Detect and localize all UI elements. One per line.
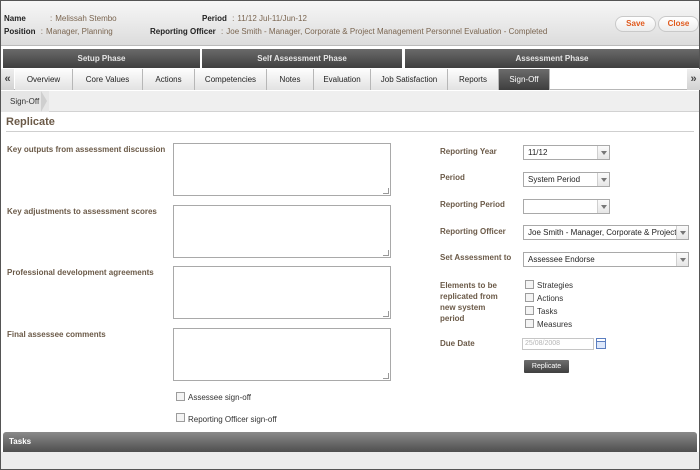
page-title: Replicate — [6, 116, 55, 128]
set-assessment-value: Assessee Endorse — [528, 255, 595, 264]
actions-label: Actions — [537, 294, 564, 303]
professional-dev-textarea[interactable] — [173, 266, 391, 319]
period-field-label: Period — [440, 173, 465, 182]
tab-reports[interactable]: Reports — [448, 69, 499, 90]
tabs-prev-arrow-icon[interactable]: « — [1, 69, 14, 90]
name-separator: : — [50, 14, 53, 23]
reporting-officer-label: Reporting Officer — [440, 227, 506, 236]
name-label: Name — [4, 14, 26, 23]
period-row: Period :11/12 Jul-11/Jun-12 — [202, 14, 307, 23]
position-label: Position — [4, 27, 36, 36]
tasks-label: Tasks — [537, 307, 558, 316]
phase-self-assessment[interactable]: Self Assessment Phase — [202, 49, 402, 68]
measures-label: Measures — [537, 320, 573, 329]
chevron-down-icon[interactable] — [597, 146, 609, 159]
period-label: Period — [202, 14, 227, 23]
officer-row: Reporting Officer : Joe Smith - Manager, … — [150, 27, 547, 36]
tab-competencies[interactable]: Competencies — [195, 69, 267, 90]
key-outputs-textarea[interactable] — [173, 143, 391, 196]
elements-label-line: Elements to be — [440, 281, 497, 290]
due-date-label: Due Date — [440, 339, 475, 348]
tasks-checkbox[interactable] — [525, 306, 534, 315]
final-comments-textarea[interactable] — [173, 328, 391, 381]
title-divider — [6, 131, 694, 132]
final-comments-label: Final assessee comments — [7, 330, 106, 339]
chevron-down-icon[interactable] — [597, 200, 609, 213]
elements-label-line: replicated from — [440, 292, 498, 301]
elements-label: Elements to be replicated from new syste… — [440, 280, 498, 324]
reporting-year-select[interactable]: 11/12 — [523, 145, 610, 160]
key-adjustments-textarea[interactable] — [173, 205, 391, 258]
key-adjustments-label: Key adjustments to assessment scores — [7, 207, 157, 216]
replicate-button[interactable]: Replicate — [524, 360, 569, 373]
due-date-input[interactable]: 25/08/2008 — [522, 338, 594, 350]
tab-actions[interactable]: Actions — [143, 69, 195, 90]
chevron-down-icon[interactable] — [676, 253, 688, 266]
breadcrumb-chevron-icon — [41, 91, 47, 112]
elements-label-line: period — [440, 314, 465, 323]
chevron-down-icon[interactable] — [676, 226, 688, 239]
name-value: Melissah Stembo — [55, 14, 117, 23]
save-button[interactable]: Save — [615, 16, 656, 32]
tab-core-values[interactable]: Core Values — [73, 69, 143, 90]
assessee-signoff-checkbox[interactable] — [176, 392, 185, 401]
tab-overview[interactable]: Overview — [15, 69, 73, 90]
key-outputs-label: Key outputs from assessment discussion — [7, 145, 166, 154]
position-value: Manager, Planning — [46, 27, 113, 36]
strategies-label: Strategies — [537, 281, 574, 290]
assessee-signoff-label: Assessee sign-off — [188, 393, 251, 402]
tabs-next-arrow-icon[interactable]: » — [687, 69, 700, 90]
tasks-panel-header[interactable]: Tasks — [3, 432, 697, 452]
officer-label: Reporting Officer — [150, 27, 216, 36]
reporting-period-label: Reporting Period — [440, 200, 505, 209]
phase-setup[interactable]: Setup Phase — [3, 49, 200, 68]
tab-sign-off[interactable]: Sign-Off — [499, 69, 550, 90]
elements-label-line: new system — [440, 303, 486, 312]
calendar-icon[interactable] — [596, 338, 606, 349]
reporting-officer-select[interactable]: Joe Smith - Manager, Corporate & Project… — [523, 225, 689, 240]
resize-grip-icon[interactable] — [383, 311, 389, 317]
footer-area — [1, 452, 699, 469]
name-row: Name : Melissah Stembo — [4, 14, 117, 23]
strategies-checkbox[interactable] — [525, 280, 534, 289]
chevron-down-icon[interactable] — [597, 173, 609, 186]
set-assessment-select[interactable]: Assessee Endorse — [523, 252, 689, 267]
officer-signoff-checkbox[interactable] — [176, 413, 185, 422]
reporting-year-label: Reporting Year — [440, 147, 497, 156]
period-select-value: System Period — [528, 175, 581, 184]
tab-job-satisfaction[interactable]: Job Satisfaction — [371, 69, 448, 90]
officer-separator: : — [221, 27, 224, 36]
resize-grip-icon[interactable] — [383, 373, 389, 379]
resize-grip-icon[interactable] — [383, 250, 389, 256]
officer-signoff-label: Reporting Officer sign-off — [188, 415, 277, 424]
reporting-year-value: 11/12 — [528, 148, 548, 157]
reporting-period-select[interactable] — [523, 199, 610, 214]
close-button[interactable]: Close — [658, 16, 699, 32]
resize-grip-icon[interactable] — [383, 188, 389, 194]
tab-evaluation[interactable]: Evaluation — [314, 69, 371, 90]
position-row: Position : Manager, Planning — [4, 27, 113, 36]
period-select[interactable]: System Period — [523, 172, 610, 187]
period-separator: : — [232, 14, 235, 23]
reporting-officer-value: Joe Smith - Manager, Corporate & Project… — [528, 228, 689, 237]
professional-dev-label: Professional development agreements — [7, 268, 154, 277]
breadcrumb: Sign-Off — [1, 91, 699, 112]
tab-notes[interactable]: Notes — [267, 69, 314, 90]
phase-assessment[interactable]: Assessment Phase — [405, 49, 699, 68]
set-assessment-label: Set Assessment to — [440, 253, 512, 262]
actions-checkbox[interactable] — [525, 293, 534, 302]
period-value: 11/12 Jul-11/Jun-12 — [237, 14, 307, 23]
page-header: Name : Melissah Stembo Position : Manager,… — [1, 1, 699, 46]
position-separator: : — [40, 27, 44, 36]
officer-value: Joe Smith - Manager, Corporate & Project… — [226, 27, 548, 36]
measures-checkbox[interactable] — [525, 319, 534, 328]
